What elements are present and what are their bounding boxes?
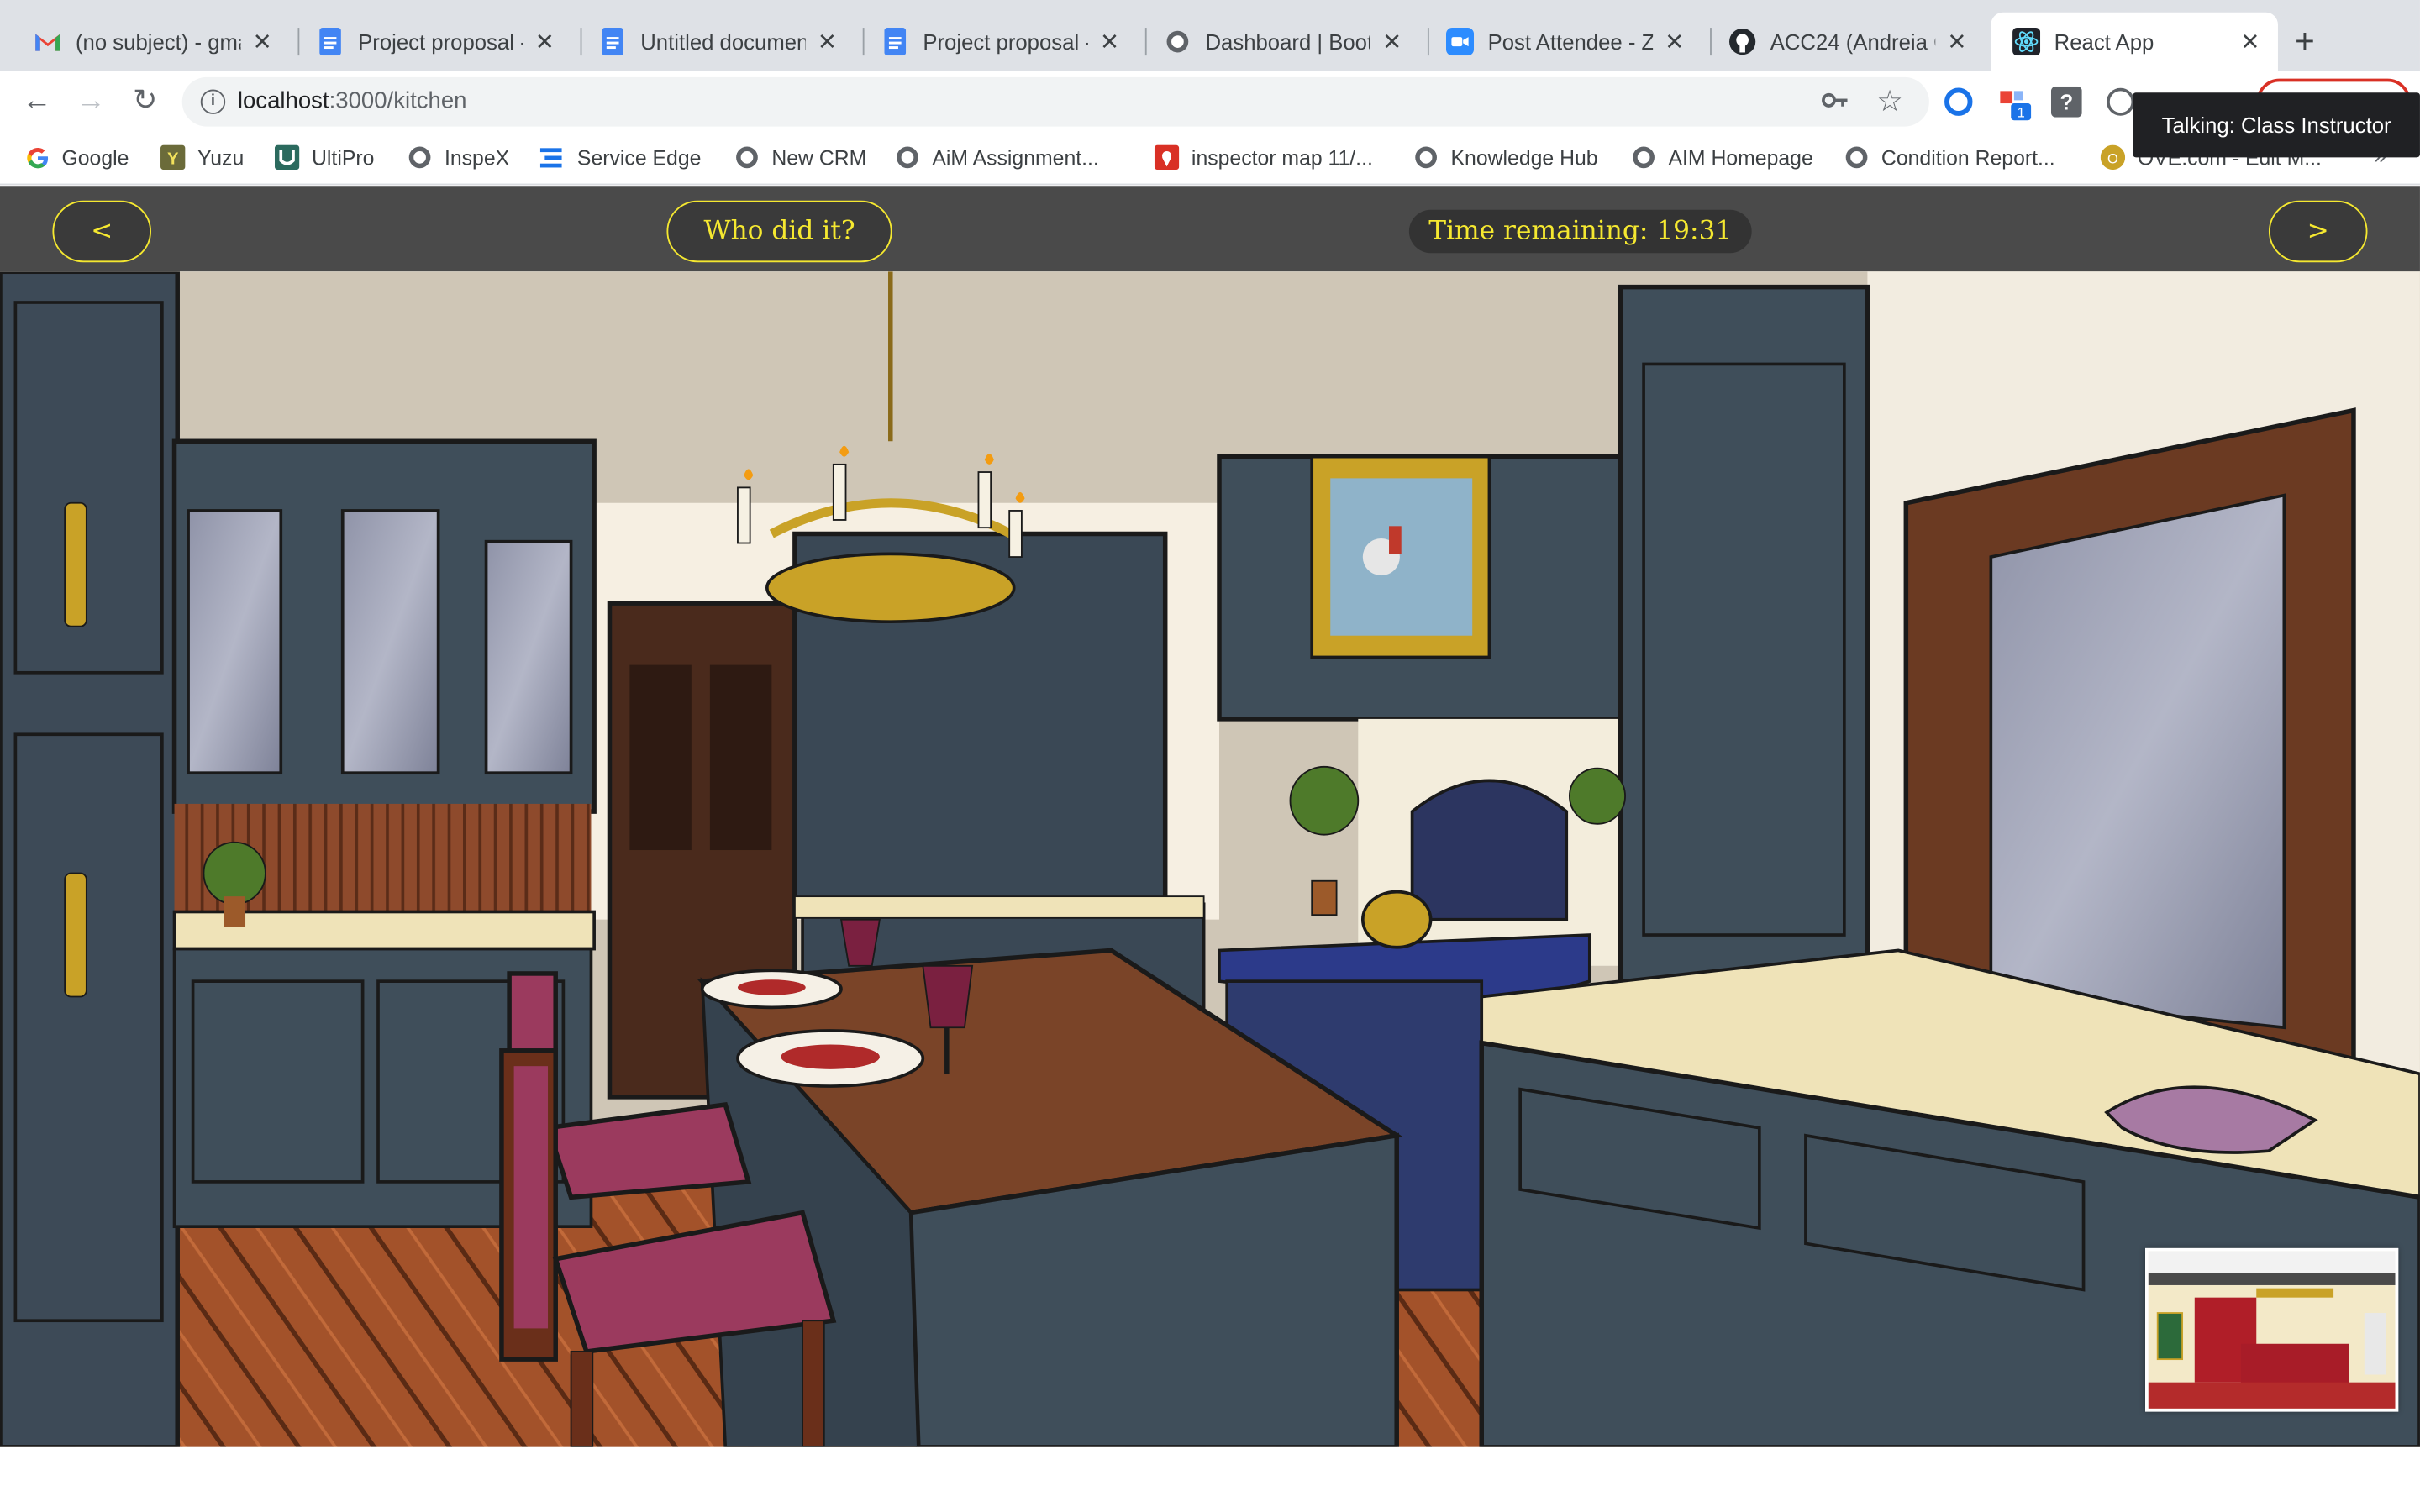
bookmark-label: Yuzu bbox=[197, 145, 245, 170]
ove-icon: O bbox=[2100, 144, 2126, 171]
globe-icon bbox=[408, 145, 432, 170]
svg-text:Y: Y bbox=[167, 150, 179, 169]
github-icon bbox=[1728, 28, 1756, 55]
bookmark-google[interactable]: Google bbox=[24, 145, 129, 170]
ultipro-icon bbox=[274, 144, 300, 171]
tab-title: (no subject) - gmail bbox=[75, 29, 241, 55]
zoom-icon bbox=[1445, 28, 1475, 56]
extension-badge-icon[interactable]: 1 bbox=[1997, 87, 2032, 121]
bookmark-yuzu[interactable]: Y Yuzu bbox=[160, 144, 245, 171]
bookmark-inspector-map[interactable]: inspector map 11/... bbox=[1154, 144, 1373, 171]
docs-icon bbox=[599, 28, 627, 56]
tab-title: ACC24 (Andreia C bbox=[1770, 29, 1936, 55]
close-icon[interactable]: ✕ bbox=[533, 28, 557, 55]
bookmarks-bar: Google Y Yuzu UltiPro InspeX Service Edg… bbox=[0, 132, 2420, 186]
help-extension-icon[interactable]: ? bbox=[2050, 86, 2082, 118]
tab-github[interactable]: ACC24 (Andreia C ✕ bbox=[1707, 13, 1985, 71]
url-path: :3000/kitchen bbox=[329, 87, 467, 114]
bookmark-label: Google bbox=[61, 145, 129, 170]
key-icon[interactable] bbox=[1821, 90, 1849, 118]
browser-tab-strip: (no subject) - gmail ✕ Project proposal … bbox=[0, 0, 2420, 71]
kitchen-illustration bbox=[0, 271, 2420, 1447]
close-icon[interactable]: ✕ bbox=[1380, 28, 1404, 55]
site-info-icon[interactable]: i bbox=[200, 89, 226, 114]
globe-icon bbox=[1164, 28, 1192, 55]
svg-text:O: O bbox=[2107, 151, 2118, 167]
new-tab-button[interactable]: + bbox=[2295, 22, 2315, 62]
tab-project-proposal-1[interactable]: Project proposal - ✕ bbox=[295, 13, 573, 71]
address-bar[interactable]: i localhost:3000/kitchen ☆ bbox=[182, 76, 1929, 127]
url-text[interactable]: localhost:3000/kitchen bbox=[238, 88, 467, 114]
bookmark-label: Knowledge Hub bbox=[1450, 145, 1598, 170]
close-icon[interactable]: ✕ bbox=[1944, 28, 1969, 55]
bookmark-label: UltiPro bbox=[312, 145, 375, 170]
bookmark-service-edge[interactable]: Service Edge bbox=[539, 145, 702, 170]
globe-icon bbox=[1844, 145, 1869, 170]
previous-room-button[interactable]: < bbox=[52, 200, 151, 263]
tab-title: Project proposal - bbox=[358, 29, 523, 55]
docs-icon bbox=[317, 28, 345, 56]
bookmark-ultipro[interactable]: UltiPro bbox=[274, 144, 375, 171]
reload-icon[interactable]: ↻ bbox=[127, 83, 164, 120]
next-room-button[interactable]: > bbox=[2268, 200, 2368, 263]
close-icon[interactable]: ✕ bbox=[1662, 28, 1686, 55]
bookmark-new-crm[interactable]: New CRM bbox=[734, 145, 866, 170]
globe-icon bbox=[734, 145, 759, 170]
tab-title: React App bbox=[2054, 29, 2154, 55]
globe-icon bbox=[1413, 145, 1438, 170]
forward-arrow-icon[interactable]: → bbox=[72, 83, 109, 120]
svg-text:1: 1 bbox=[2018, 105, 2025, 121]
who-did-it-button[interactable]: Who did it? bbox=[666, 200, 892, 263]
tab-title: Project proposal - bbox=[923, 29, 1088, 55]
bookmark-star-icon[interactable]: ☆ bbox=[1876, 85, 1902, 120]
bookmark-inspex[interactable]: InspeX bbox=[408, 145, 509, 170]
bookmark-label: Condition Report... bbox=[1881, 145, 2055, 170]
tab-untitled-document[interactable]: Untitled document ✕ bbox=[577, 13, 855, 71]
tab-gmail[interactable]: (no subject) - gmail ✕ bbox=[13, 13, 291, 71]
tab-project-proposal-2[interactable]: Project proposal - ✕ bbox=[860, 13, 1138, 71]
tab-title: Post Attendee - Zoom bbox=[1487, 29, 1654, 55]
close-icon[interactable]: ✕ bbox=[815, 28, 839, 55]
bookmark-knowledge-hub[interactable]: Knowledge Hub bbox=[1413, 145, 1598, 170]
gmail-icon bbox=[34, 28, 61, 55]
service-edge-icon bbox=[539, 145, 565, 170]
kitchen-scene[interactable] bbox=[0, 271, 2420, 1447]
bookmark-label: New CRM bbox=[771, 145, 867, 170]
yuzu-icon: Y bbox=[160, 144, 186, 171]
bookmark-label: AIM Homepage bbox=[1668, 145, 1813, 170]
close-icon[interactable]: ✕ bbox=[2238, 28, 2262, 55]
extension-puzzle-icon[interactable] bbox=[2105, 87, 2136, 118]
bookmark-label: AiM Assignment... bbox=[932, 145, 1099, 170]
globe-icon bbox=[895, 145, 919, 170]
google-icon bbox=[24, 145, 49, 170]
next-room-thumbnail[interactable] bbox=[2145, 1247, 2399, 1412]
tab-zoom[interactable]: Post Attendee - Zoom ✕ bbox=[1424, 13, 1702, 71]
svg-text:?: ? bbox=[2060, 91, 2073, 114]
bookmark-label: inspector map 11/... bbox=[1191, 145, 1373, 170]
tab-title: Dashboard | Bootcamp bbox=[1205, 29, 1370, 55]
bookmark-label: InspeX bbox=[444, 145, 510, 170]
react-icon bbox=[2012, 28, 2041, 56]
bookmark-aim-assignment[interactable]: AiM Assignment... bbox=[895, 145, 1099, 170]
close-icon[interactable]: ✕ bbox=[1097, 28, 1122, 55]
tab-react-app[interactable]: React App ✕ bbox=[1991, 12, 2278, 71]
bookmark-label: Service Edge bbox=[576, 145, 702, 170]
url-host: localhost bbox=[237, 87, 329, 114]
game-header: < Who did it? Time remaining: 19:31 > bbox=[0, 186, 2420, 272]
tab-dashboard[interactable]: Dashboard | Bootcamp ✕ bbox=[1142, 13, 1420, 71]
time-remaining: Time remaining: 19:31 bbox=[1408, 209, 1752, 254]
bedroom-preview-image bbox=[2148, 1251, 2396, 1409]
map-pin-icon bbox=[1154, 144, 1180, 171]
close-icon[interactable]: ✕ bbox=[250, 28, 275, 55]
speaking-tooltip: Talking: Class Instructor bbox=[2133, 92, 2420, 158]
docs-icon bbox=[881, 28, 909, 56]
bookmark-condition-report[interactable]: Condition Report... bbox=[1844, 145, 2055, 170]
extension-ring-icon[interactable] bbox=[1943, 87, 1974, 118]
bookmark-aim-homepage[interactable]: AIM Homepage bbox=[1631, 145, 1813, 170]
globe-icon bbox=[1631, 145, 1655, 170]
tab-title: Untitled document bbox=[640, 29, 806, 55]
page-bottom-margin bbox=[0, 1446, 2420, 1512]
back-arrow-icon[interactable]: ← bbox=[18, 83, 55, 120]
browser-toolbar: ← → ↻ i localhost:3000/kitchen ☆ 1 ? bbox=[0, 71, 2420, 133]
